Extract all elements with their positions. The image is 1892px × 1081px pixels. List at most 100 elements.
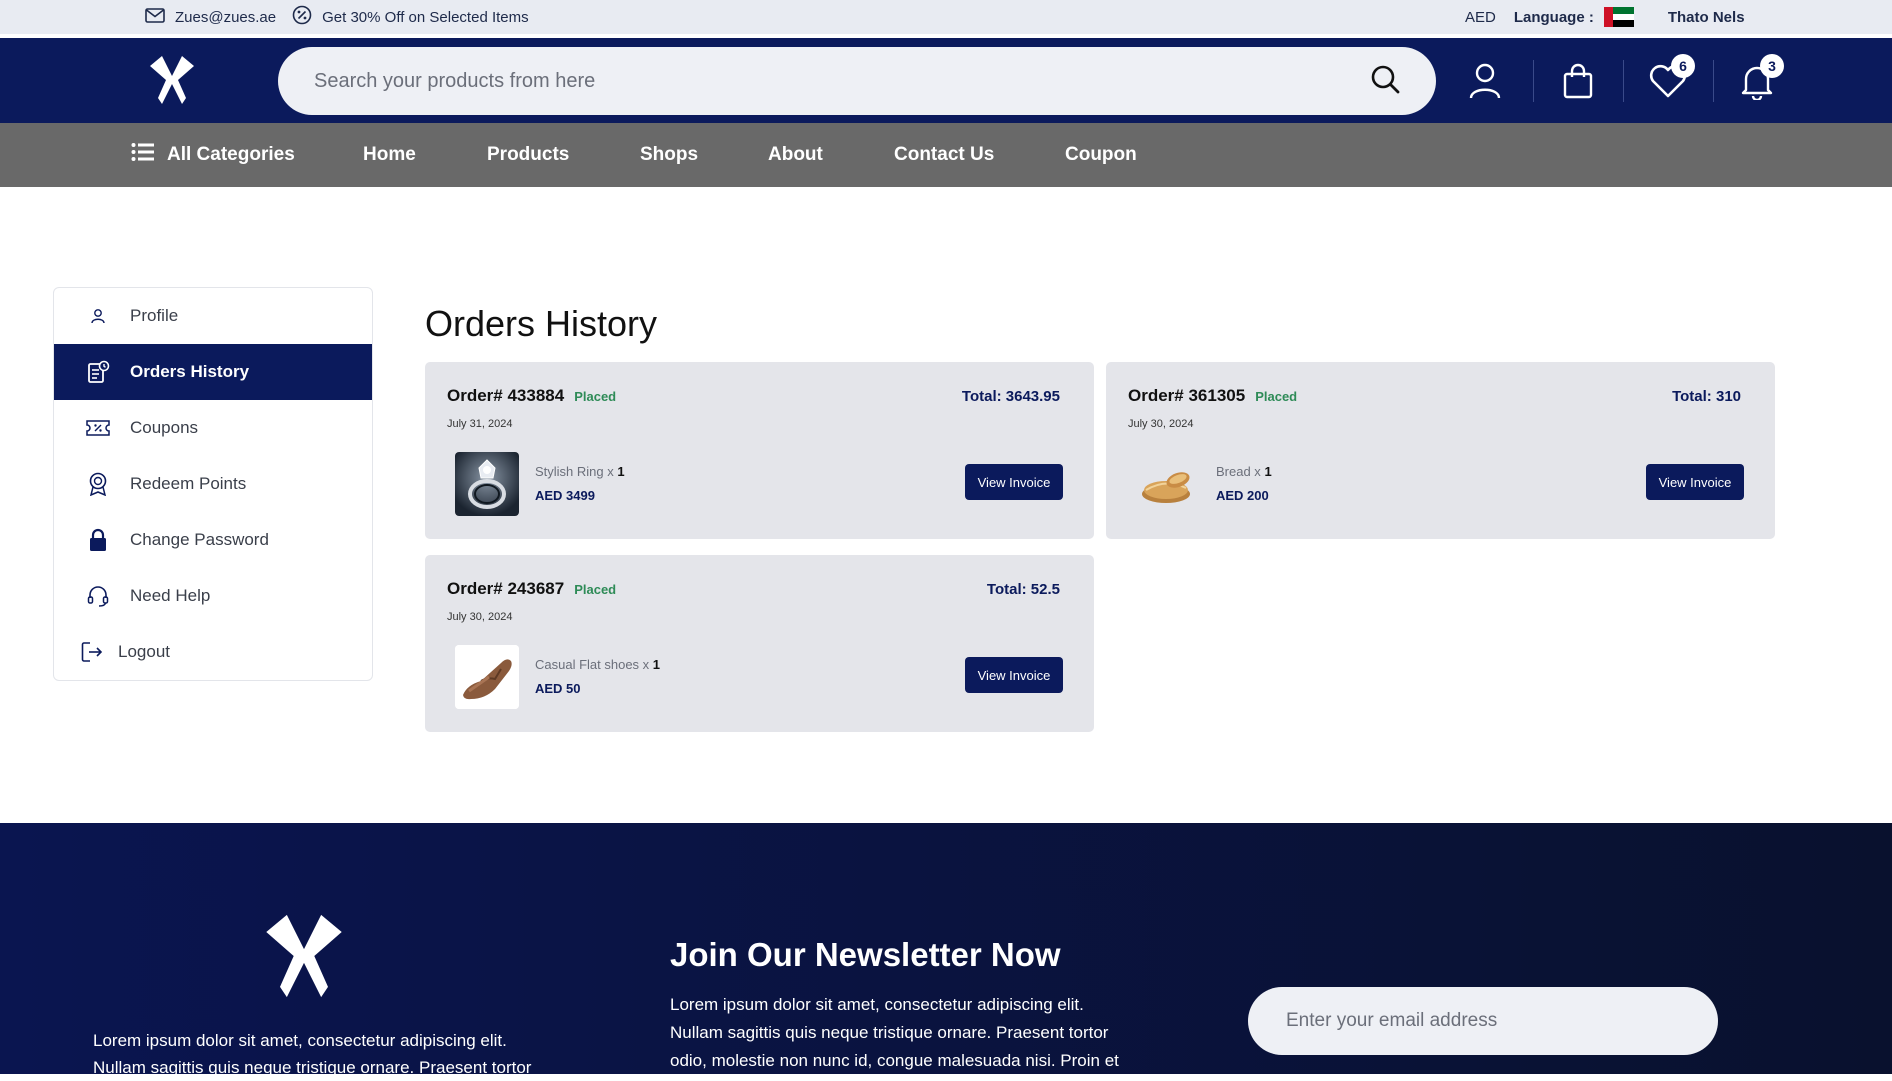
search-bar xyxy=(278,47,1436,115)
badge-icon xyxy=(86,472,110,496)
order-status-badge: Placed xyxy=(1255,389,1298,404)
product-price: AED 50 xyxy=(535,681,581,696)
product-qty: 1 xyxy=(1264,464,1272,479)
sidebar-item-change-password[interactable]: Change Password xyxy=(54,512,372,568)
order-date: July 30, 2024 xyxy=(1128,418,1194,430)
product-name-text: Casual Flat shoes x xyxy=(535,657,650,672)
mail-icon xyxy=(145,7,165,27)
view-invoice-button[interactable]: View Invoice xyxy=(965,464,1063,500)
coupon-icon xyxy=(86,416,110,440)
wishlist-count-badge: 6 xyxy=(1671,54,1695,78)
newsletter-text: Lorem ipsum dolor sit amet, consectetur … xyxy=(670,995,1119,1070)
orders-icon xyxy=(86,360,110,384)
sidebar-item-coupons[interactable]: Coupons xyxy=(54,400,372,456)
contact-email[interactable]: Zues@zues.ae xyxy=(175,9,276,26)
view-invoice-button[interactable]: View Invoice xyxy=(1646,464,1744,500)
account-icon[interactable] xyxy=(1460,56,1510,106)
order-total: Total: 52.5 xyxy=(986,581,1060,598)
sidebar-item-label: Need Help xyxy=(130,586,211,605)
wishlist-heart-icon[interactable]: 6 xyxy=(1643,54,1695,106)
nav-all-categories[interactable]: All Categories xyxy=(131,123,295,187)
logout-icon xyxy=(80,640,104,664)
page-title: Orders History xyxy=(425,303,658,344)
nav-coupon[interactable]: Coupon xyxy=(1065,123,1137,187)
currency-selector[interactable]: AED xyxy=(1465,9,1496,26)
product-name: Bread x 1 xyxy=(1216,464,1272,479)
list-menu-icon xyxy=(131,142,155,168)
user-name[interactable]: Thato Nels xyxy=(1668,9,1745,26)
order-id: Order# 243687 xyxy=(447,579,565,598)
product-price: AED 200 xyxy=(1216,488,1269,503)
site-footer: Lorem ipsum dolor sit amet, consectetur … xyxy=(0,823,1892,1077)
product-name: Casual Flat shoes x 1 xyxy=(535,657,660,672)
order-status-badge: Placed xyxy=(574,582,617,597)
product-name: Stylish Ring x 1 xyxy=(535,464,625,479)
product-thumbnail[interactable] xyxy=(455,645,519,709)
header-divider xyxy=(1713,60,1714,102)
order-total: Total: 310 xyxy=(1672,388,1741,405)
product-thumbnail[interactable] xyxy=(1136,452,1200,516)
discount-icon xyxy=(292,5,312,29)
notification-count-badge: 3 xyxy=(1760,54,1784,78)
nav-home[interactable]: Home xyxy=(363,123,416,187)
header-divider xyxy=(1623,60,1624,102)
search-icon[interactable] xyxy=(1370,64,1400,99)
user-icon xyxy=(86,304,110,328)
product-qty: 1 xyxy=(652,657,661,672)
sidebar-item-label: Coupons xyxy=(130,418,199,437)
top-bar-right: AED Language : Thato Nels xyxy=(1465,0,1745,34)
nav-contact-us[interactable]: Contact Us xyxy=(894,123,994,187)
language-label: Language : xyxy=(1513,8,1594,26)
header-divider xyxy=(1533,60,1534,102)
sidebar-item-orders-history[interactable]: Orders History xyxy=(54,344,372,400)
sidebar-item-label: Profile xyxy=(130,306,179,325)
nav-all-categories-label: All Categories xyxy=(167,144,295,165)
main-nav: All Categories Home Products Shops About… xyxy=(0,123,1892,187)
product-thumbnail[interactable] xyxy=(455,452,519,516)
order-card: Order# 433884 Placed July 31, 2024 Total:… xyxy=(425,362,1094,539)
sidebar-item-need-help[interactable]: Need Help xyxy=(54,568,372,624)
newsletter-title: Join Our Newsletter Now xyxy=(670,936,1061,973)
order-card: Order# 361305 Placed July 30, 2024 Total:… xyxy=(1106,362,1775,539)
nav-shops[interactable]: Shops xyxy=(640,123,698,187)
footer-brand-logo[interactable] xyxy=(256,908,352,1004)
order-date: July 31, 2024 xyxy=(447,418,513,430)
order-total: Total: 3643.95 xyxy=(961,388,1060,405)
sidebar-item-logout[interactable]: Logout xyxy=(54,624,372,680)
order-id-line: Order# 243687 Placed xyxy=(447,579,616,599)
product-name-text: Bread x xyxy=(1216,464,1261,479)
top-bar-left: Zues@zues.ae Get 30% Off on Selected Ite… xyxy=(145,0,529,34)
sidebar-item-profile[interactable]: Profile xyxy=(54,288,372,344)
lock-icon xyxy=(86,528,110,552)
brand-logo[interactable] xyxy=(144,52,200,108)
cart-bag-icon[interactable] xyxy=(1553,56,1603,106)
notification-bell-icon[interactable]: 3 xyxy=(1732,54,1784,106)
order-date: July 30, 2024 xyxy=(447,611,513,623)
order-status-badge: Placed xyxy=(574,389,617,404)
promo-text: Get 30% Off on Selected Items xyxy=(322,8,529,26)
top-bar: Zues@zues.ae Get 30% Off on Selected Ite… xyxy=(0,0,1892,34)
sidebar-item-redeem-points[interactable]: Redeem Points xyxy=(54,456,372,512)
sidebar-item-label: Redeem Points xyxy=(130,474,247,493)
order-id: Order# 433884 xyxy=(447,386,565,405)
email-input[interactable] xyxy=(1286,1010,1680,1032)
footer-about-text: Lorem ipsum dolor sit amet, consectetur … xyxy=(93,1031,532,1077)
order-card: Order# 243687 Placed July 30, 2024 Total:… xyxy=(425,555,1094,732)
sidebar-item-label: Change Password xyxy=(130,530,269,549)
product-name-text: Stylish Ring x xyxy=(535,464,614,479)
order-id: Order# 361305 xyxy=(1128,386,1246,405)
account-sidebar: Profile Orders History Coupons Redeem Po… xyxy=(53,287,373,681)
search-input[interactable] xyxy=(314,69,1370,93)
sidebar-item-label: Logout xyxy=(118,642,170,661)
uae-flag-icon[interactable] xyxy=(1603,7,1634,28)
nav-about[interactable]: About xyxy=(768,123,823,187)
main-header: 6 3 xyxy=(0,38,1892,123)
newsletter-email-field xyxy=(1248,987,1718,1055)
nav-products[interactable]: Products xyxy=(487,123,569,187)
sidebar-item-label: Orders History xyxy=(130,362,250,381)
order-id-line: Order# 361305 Placed xyxy=(1128,386,1297,406)
order-id-line: Order# 433884 Placed xyxy=(447,386,616,406)
view-invoice-button[interactable]: View Invoice xyxy=(965,657,1063,693)
headset-icon xyxy=(86,584,110,608)
product-price: AED 3499 xyxy=(535,488,595,503)
